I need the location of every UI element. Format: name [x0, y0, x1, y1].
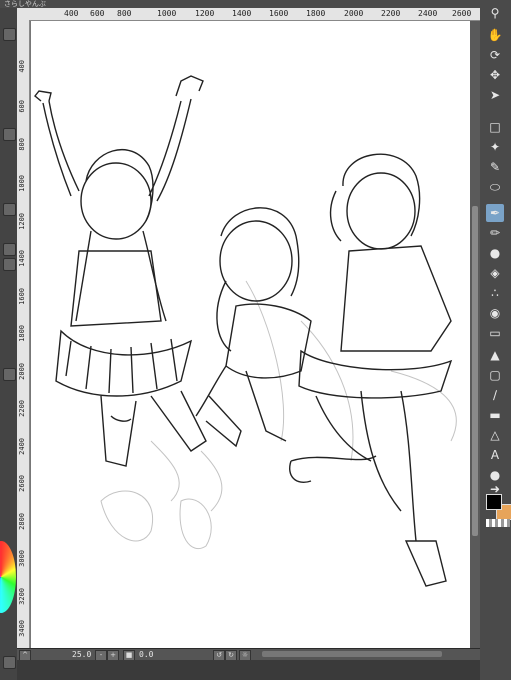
ruler-top-tick: 400 — [64, 9, 79, 18]
ruler-left-tick: 1400 — [18, 250, 26, 267]
eyedropper-icon[interactable]: ✎ — [486, 158, 504, 176]
ruler-top-tick: 2000 — [344, 9, 364, 18]
zoom-icon[interactable]: ⚲ — [486, 4, 504, 22]
ruler-left-tick: 800 — [18, 138, 26, 151]
left-dock-panel — [0, 8, 17, 680]
transparent-color-swatch[interactable] — [486, 519, 510, 527]
ruler-left-tick: 400 — [18, 60, 26, 73]
ruler-left-tick: 1600 — [18, 288, 26, 305]
sub-tool-icon[interactable] — [3, 203, 16, 216]
blend-icon[interactable]: ◉ — [486, 304, 504, 322]
vertical-scrollbar-thumb[interactable] — [472, 206, 478, 536]
move-icon[interactable]: ✥ — [486, 66, 504, 84]
pencil-icon[interactable]: ✏ — [486, 224, 504, 242]
brush-icon[interactable]: ● — [486, 244, 504, 262]
vertical-scrollbar[interactable] — [470, 21, 480, 648]
frame-icon[interactable]: ▬ — [486, 406, 504, 424]
ruler-top-tick: 2400 — [418, 9, 438, 18]
zoom-level[interactable]: 25.0 — [72, 650, 91, 659]
main-color-swatch[interactable] — [486, 494, 502, 510]
operation-icon[interactable]: ➤ — [486, 86, 504, 104]
text-icon[interactable]: A — [486, 446, 504, 464]
tool-palette: ⚲ ✋ ⟳ ✥ ➤ □ ✦ ✎ ⬭ ✒ ✏ ● ◈ ∴ ◉ ▭ ▲ ▢ ∕ ▬ … — [480, 0, 511, 680]
ruler-top-tick: 1400 — [232, 9, 252, 18]
ruler-left-tick: 2600 — [18, 475, 26, 492]
sketch-artwork — [34, 75, 457, 587]
ruler-top: 400 600 800 1000 1200 1400 1600 1800 200… — [17, 8, 480, 21]
ruler-left-tick: 1000 — [18, 175, 26, 192]
ruler-left-tick: 2800 — [18, 513, 26, 530]
ruler-left: 400 600 800 1000 1200 1400 1600 1800 200… — [17, 20, 30, 648]
ruler-top-tick: 1200 — [195, 9, 215, 18]
ellipse-icon[interactable]: ⬭ — [486, 178, 504, 196]
document-tab-strip[interactable]: さらしやんぶ — [0, 0, 480, 8]
ruler-left-tick: 2200 — [18, 400, 26, 417]
ruler-top-tick: 800 — [117, 9, 132, 18]
drawing-canvas[interactable] — [30, 21, 471, 648]
gradient-icon[interactable]: ▢ — [486, 366, 504, 384]
navigator-icon[interactable] — [3, 656, 16, 669]
ruler-top-tick: 1000 — [157, 9, 177, 18]
ruler-top-tick: 1600 — [269, 9, 289, 18]
rotate-icon[interactable]: ⟳ — [486, 46, 504, 64]
pen-icon[interactable]: ✒ — [486, 204, 504, 222]
panel-toggle-icon[interactable] — [3, 128, 16, 141]
ruler-top-tick: 600 — [90, 9, 105, 18]
ruler-left-tick: 1200 — [18, 213, 26, 230]
bottom-panel — [17, 660, 480, 680]
hand-icon[interactable]: ✋ — [486, 26, 504, 44]
rotation-angle[interactable]: 0.0 — [139, 650, 153, 659]
selection-icon[interactable]: □ — [486, 118, 504, 136]
airbrush-icon[interactable]: ◈ — [486, 264, 504, 282]
color-wheel[interactable] — [0, 541, 16, 613]
ruler-left-tick: 600 — [18, 100, 26, 113]
ruler-left-tick: 2400 — [18, 438, 26, 455]
lasso-icon[interactable]: ✦ — [486, 138, 504, 156]
settings-icon[interactable] — [3, 243, 16, 256]
brush-size-icon[interactable] — [3, 368, 16, 381]
ruler-left-tick: 2000 — [18, 363, 26, 380]
eraser-icon[interactable]: ▭ — [486, 324, 504, 342]
horizontal-scrollbar[interactable] — [262, 651, 442, 657]
ruler-top-tick: 2600 — [452, 9, 472, 18]
ruler-icon[interactable]: △ — [486, 426, 504, 444]
decoration-icon[interactable]: ∴ — [486, 284, 504, 302]
ruler-top-tick: 2200 — [381, 9, 401, 18]
panel-collapse-icon[interactable] — [3, 28, 16, 41]
ruler-top-tick: 1800 — [306, 9, 326, 18]
ruler-left-tick: 3200 — [18, 588, 26, 605]
fill-icon[interactable]: ▲ — [486, 346, 504, 364]
ruler-left-tick: 1800 — [18, 325, 26, 342]
ruler-left-tick: 3000 — [18, 550, 26, 567]
search-icon[interactable] — [3, 258, 16, 271]
line-icon[interactable]: ∕ — [486, 386, 504, 404]
ruler-left-tick: 3400 — [18, 620, 26, 637]
